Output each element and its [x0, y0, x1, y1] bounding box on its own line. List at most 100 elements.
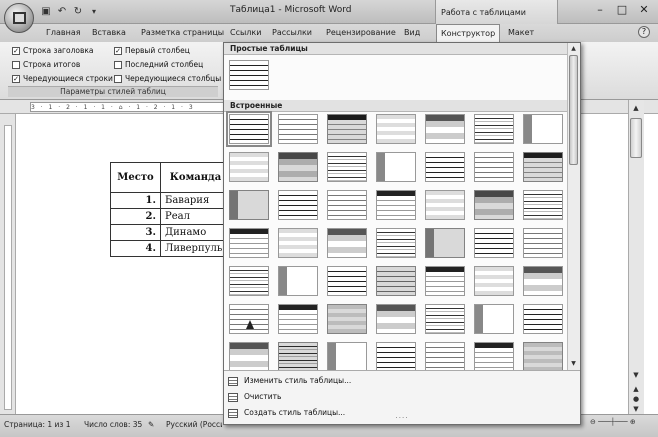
table-row[interactable]: 3. Динамо	[110, 224, 231, 241]
table-style-option[interactable]	[425, 266, 465, 296]
table-style-option[interactable]	[474, 228, 514, 258]
gallery-scroll-up-icon[interactable]: ▲	[569, 44, 578, 53]
table-style-option[interactable]	[425, 342, 465, 372]
vertical-ruler-scale[interactable]	[4, 125, 12, 410]
checkbox-icon[interactable]	[12, 60, 20, 69]
status-word-count[interactable]: Число слов: 35	[84, 420, 142, 429]
table-style-option[interactable]	[278, 190, 318, 220]
table-style-option[interactable]	[327, 266, 367, 296]
table-style-option[interactable]	[523, 266, 563, 296]
tab-layout[interactable]: Макет	[504, 24, 538, 42]
table-style-option[interactable]	[327, 114, 367, 144]
table-style-option[interactable]	[376, 190, 416, 220]
table-style-option[interactable]	[523, 114, 563, 144]
redo-icon[interactable]: ↻	[72, 6, 84, 17]
checkbox-checked-icon[interactable]: ✓	[12, 46, 20, 55]
table-style-option[interactable]	[474, 152, 514, 182]
table-row[interactable]: 4. Ливерпуль	[110, 240, 231, 257]
table-style-option[interactable]	[229, 152, 269, 182]
gallery-resize-handle[interactable]: ····	[384, 415, 420, 422]
office-button[interactable]	[4, 3, 34, 33]
table-row[interactable]: 1. Бавария	[110, 192, 231, 209]
table-style-option[interactable]	[229, 266, 269, 296]
table-cell[interactable]: 4.	[110, 240, 161, 257]
previous-page-icon[interactable]: ▲	[631, 384, 641, 394]
table-style-option[interactable]	[327, 152, 367, 182]
tab-design[interactable]: Конструктор	[436, 24, 501, 43]
table-row[interactable]: Место Команда	[110, 162, 231, 193]
table-cell[interactable]: Динамо	[160, 224, 231, 241]
table-style-option[interactable]	[376, 304, 416, 334]
option-first-column[interactable]: ✓ Первый столбец	[114, 45, 190, 56]
table-styles-gallery[interactable]: Простые таблицы Встроенные ▲ ▼ Изменить …	[223, 42, 581, 425]
option-banded-columns[interactable]: Чередующиеся столбцы	[114, 73, 221, 84]
table-cell[interactable]: 2.	[110, 208, 161, 225]
table-style-option[interactable]	[425, 304, 465, 334]
table-style-option[interactable]	[425, 152, 465, 182]
select-browse-object-icon[interactable]: ●	[631, 394, 641, 404]
table-style-option[interactable]	[523, 342, 563, 372]
checkbox-icon[interactable]	[114, 74, 122, 83]
option-header-row[interactable]: ✓ Строка заголовка	[12, 45, 94, 56]
customize-icon[interactable]: ▾	[88, 6, 100, 17]
table-cell[interactable]: Реал	[160, 208, 231, 225]
tab-view[interactable]: Вид	[400, 24, 424, 42]
scroll-down-icon[interactable]: ▼	[631, 370, 641, 380]
table-style-option[interactable]	[278, 152, 318, 182]
table-style-option[interactable]	[474, 342, 514, 372]
scrollbar-thumb[interactable]	[630, 118, 642, 158]
gallery-scrollbar-thumb[interactable]	[569, 55, 578, 165]
table-style-option[interactable]	[376, 114, 416, 144]
table-style-option[interactable]	[327, 190, 367, 220]
next-page-icon[interactable]: ▼	[631, 404, 641, 414]
undo-icon[interactable]: ↶	[56, 6, 68, 17]
table-style-option[interactable]	[278, 304, 318, 334]
table-style-option[interactable]	[278, 228, 318, 258]
table-style-option[interactable]	[327, 304, 367, 334]
gallery-scroll-down-icon[interactable]: ▼	[569, 359, 578, 368]
table-style-option[interactable]	[376, 228, 416, 258]
option-last-column[interactable]: Последний столбец	[114, 59, 203, 70]
checkbox-checked-icon[interactable]: ✓	[114, 46, 122, 55]
save-icon[interactable]: ▣	[40, 6, 52, 17]
spelling-icon[interactable]: ✎	[148, 420, 154, 429]
table-row[interactable]: 2. Реал	[110, 208, 231, 225]
table-style-option[interactable]	[425, 114, 465, 144]
checkbox-checked-icon[interactable]: ✓	[12, 74, 20, 83]
table-style-option[interactable]	[327, 342, 367, 372]
clear-table-style-item[interactable]: Очистить	[228, 390, 281, 404]
status-page[interactable]: Страница: 1 из 1	[4, 420, 71, 429]
modify-table-style-item[interactable]: Изменить стиль таблицы...	[228, 374, 351, 388]
zoom-slider[interactable]: ⊖ ───┼─── ⊕	[590, 418, 652, 430]
table-style-option[interactable]	[474, 266, 514, 296]
minimize-button[interactable]: –	[590, 3, 610, 17]
table-style-option[interactable]	[229, 342, 269, 372]
table-style-option[interactable]	[229, 190, 269, 220]
option-total-row[interactable]: Строка итогов	[12, 59, 80, 70]
status-language[interactable]: Русский (Россия)	[166, 420, 222, 429]
table-style-option[interactable]	[425, 228, 465, 258]
table-style-option[interactable]	[278, 114, 318, 144]
table-style-option[interactable]	[327, 228, 367, 258]
table-style-option[interactable]	[523, 152, 563, 182]
scroll-up-icon[interactable]: ▲	[631, 103, 641, 113]
help-icon[interactable]: ?	[638, 26, 650, 38]
table-style-option[interactable]	[376, 266, 416, 296]
table-cell[interactable]: 3.	[110, 224, 161, 241]
close-button[interactable]: ✕	[634, 3, 654, 17]
table-style-option[interactable]	[474, 114, 514, 144]
table-style-option[interactable]	[229, 304, 269, 334]
table-style-option[interactable]	[229, 60, 269, 90]
table-style-option[interactable]	[474, 304, 514, 334]
maximize-button[interactable]: □	[612, 3, 632, 17]
table-header-cell[interactable]: Место	[110, 162, 161, 193]
tab-review[interactable]: Рецензирование	[322, 24, 400, 42]
table-style-option[interactable]	[425, 190, 465, 220]
table-style-option[interactable]	[523, 190, 563, 220]
table-style-option[interactable]	[474, 190, 514, 220]
tab-references[interactable]: Ссылки	[226, 24, 265, 42]
tab-mailings[interactable]: Рассылки	[268, 24, 316, 42]
table-style-option[interactable]	[523, 228, 563, 258]
table-style-option[interactable]	[229, 228, 269, 258]
table-style-option[interactable]	[376, 152, 416, 182]
